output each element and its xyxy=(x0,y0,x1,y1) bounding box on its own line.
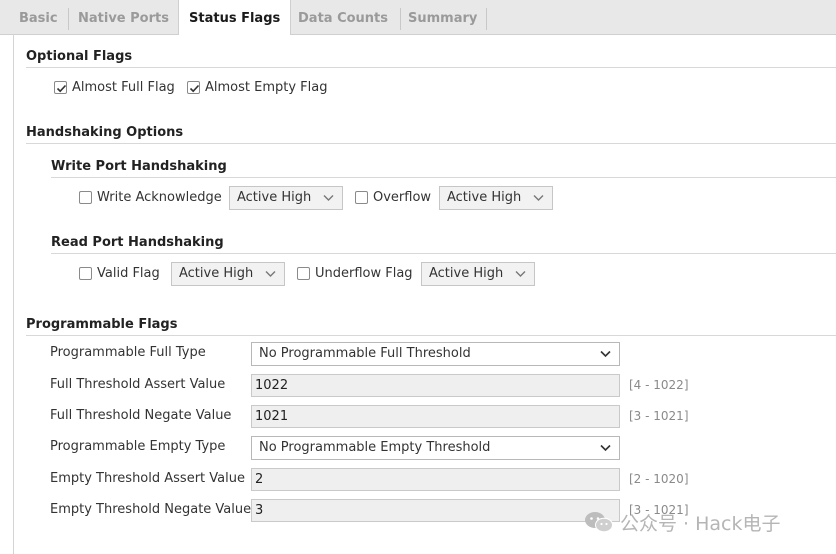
tab-summary[interactable]: Summary xyxy=(398,0,487,34)
handshaking-title: Handshaking Options xyxy=(26,125,184,140)
valid-flag-label: Valid Flag xyxy=(97,266,160,281)
full-negate-label: Full Threshold Negate Value xyxy=(50,408,232,423)
wechat-icon xyxy=(585,512,613,533)
write-ack-checkbox[interactable] xyxy=(79,191,92,204)
optional-flags-title: Optional Flags xyxy=(26,49,133,64)
empty-negate-label: Empty Threshold Negate Value xyxy=(50,502,252,517)
full-type-select-value: No Programmable Full Threshold xyxy=(259,346,471,361)
empty-assert-range: [2 - 1020] xyxy=(629,472,689,486)
watermark-text: 公众号 · Hack电子 xyxy=(620,513,781,535)
write-ack-label: Write Acknowledge xyxy=(97,190,222,205)
valid-flag-checkbox[interactable] xyxy=(79,267,92,280)
chevron-down-icon xyxy=(533,195,544,201)
tab-native-ports[interactable]: Native Ports xyxy=(68,0,179,34)
overflow-select-value: Active High xyxy=(447,190,522,205)
almost-full-label: Almost Full Flag xyxy=(72,80,175,95)
overflow-label: Overflow xyxy=(373,190,432,205)
overflow-select[interactable]: Active High xyxy=(439,186,553,210)
tab-separator xyxy=(486,8,487,30)
chevron-down-icon xyxy=(600,350,611,358)
valid-flag-select[interactable]: Active High xyxy=(171,262,285,286)
write-ack-select-value: Active High xyxy=(237,190,312,205)
chevron-down-icon xyxy=(600,444,611,452)
full-assert-field[interactable]: 1022 xyxy=(251,374,620,397)
tab-status-flags[interactable]: Status Flags xyxy=(178,0,292,35)
chevron-down-icon xyxy=(515,271,526,277)
divider xyxy=(51,177,836,178)
overflow-checkbox[interactable] xyxy=(355,191,368,204)
checkmark-icon xyxy=(189,84,200,93)
almost-empty-label: Almost Empty Flag xyxy=(205,80,328,95)
tab-bar: Basic Native Ports Status Flags Data Cou… xyxy=(0,0,836,35)
underflow-select-value: Active High xyxy=(429,266,504,281)
empty-negate-field[interactable]: 3 xyxy=(251,499,620,522)
panel-border xyxy=(13,34,14,554)
checkmark-icon xyxy=(56,84,67,93)
divider xyxy=(26,143,836,144)
underflow-checkbox[interactable] xyxy=(297,267,310,280)
divider xyxy=(51,253,836,254)
full-type-select[interactable]: No Programmable Full Threshold xyxy=(251,342,620,366)
full-assert-range: [4 - 1022] xyxy=(629,378,689,392)
write-port-title: Write Port Handshaking xyxy=(51,159,227,174)
read-port-title: Read Port Handshaking xyxy=(51,235,224,250)
valid-flag-select-value: Active High xyxy=(179,266,254,281)
full-assert-label: Full Threshold Assert Value xyxy=(50,377,226,392)
divider xyxy=(26,335,836,336)
full-negate-range: [3 - 1021] xyxy=(629,409,689,423)
divider xyxy=(26,67,836,68)
underflow-select[interactable]: Active High xyxy=(421,262,535,286)
empty-type-select-value: No Programmable Empty Threshold xyxy=(259,440,491,455)
empty-type-label: Programmable Empty Type xyxy=(50,439,226,454)
empty-type-select[interactable]: No Programmable Empty Threshold xyxy=(251,436,620,460)
empty-assert-label: Empty Threshold Assert Value xyxy=(50,471,245,486)
tab-basic[interactable]: Basic xyxy=(9,0,68,34)
underflow-label: Underflow Flag xyxy=(315,266,413,281)
almost-empty-checkbox[interactable] xyxy=(187,81,200,94)
empty-assert-field[interactable]: 2 xyxy=(251,468,620,491)
chevron-down-icon xyxy=(265,271,276,277)
write-ack-select[interactable]: Active High xyxy=(229,186,343,210)
chevron-down-icon xyxy=(323,195,334,201)
programmable-flags-title: Programmable Flags xyxy=(26,317,178,332)
full-type-label: Programmable Full Type xyxy=(50,345,206,360)
full-negate-field[interactable]: 1021 xyxy=(251,405,620,428)
almost-full-checkbox[interactable] xyxy=(54,81,67,94)
tab-data-counts[interactable]: Data Counts xyxy=(288,0,398,34)
